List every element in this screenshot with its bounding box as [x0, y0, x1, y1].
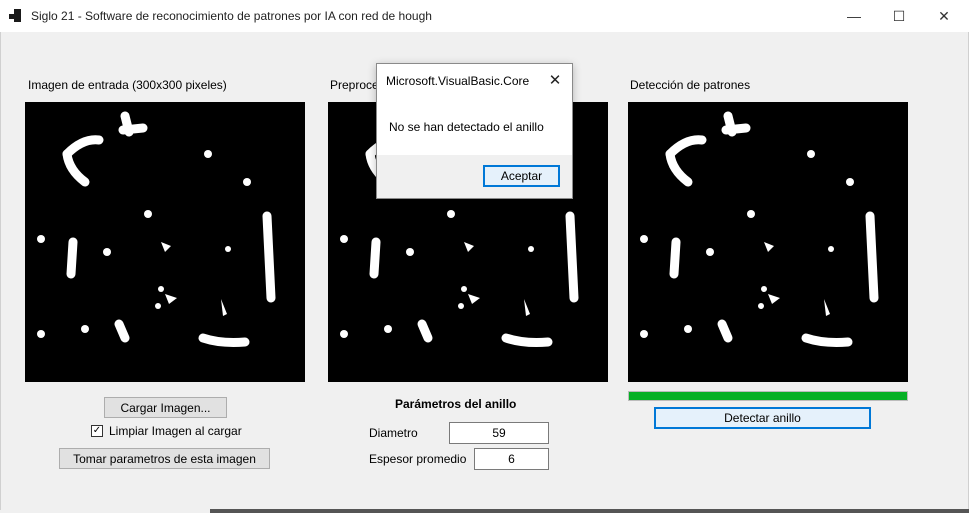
image-blob: [62, 135, 104, 159]
image-blob: [458, 303, 464, 309]
message-dialog: Microsoft.VisualBasic.Core ✕ No se han d…: [376, 63, 573, 199]
app-icon: [9, 9, 23, 23]
taskbar-edge: [210, 509, 969, 513]
image-blob: [243, 178, 251, 186]
image-blob: [37, 330, 45, 338]
image-blob: [764, 242, 774, 252]
clean-image-label: Limpiar Imagen al cargar: [109, 424, 242, 438]
image-blob: [161, 242, 171, 252]
maximize-button[interactable]: ☐: [876, 0, 922, 32]
image-blob: [406, 248, 414, 256]
dialog-footer: Aceptar: [377, 155, 572, 198]
dialog-message: No se han detectado el anillo: [389, 120, 544, 134]
image-blob: [758, 303, 764, 309]
image-blob: [807, 150, 815, 158]
image-blob: [761, 286, 767, 292]
check-icon: ✓: [92, 425, 102, 436]
image-blob: [225, 246, 231, 252]
image-blob: [801, 333, 853, 347]
detection-image: [628, 102, 908, 382]
image-blob: [340, 330, 348, 338]
image-blob: [524, 299, 530, 316]
thickness-label: Espesor promedio: [369, 452, 467, 466]
image-blob: [669, 237, 681, 279]
image-blob: [165, 294, 177, 304]
input-image-label: Imagen de entrada (300x300 pixeles): [28, 78, 227, 92]
input-image: [25, 102, 305, 382]
image-blob: [221, 299, 227, 316]
image-blob: [501, 333, 553, 347]
maximize-icon: ☐: [892, 7, 906, 24]
title-bar: Siglo 21 - Software de reconocimiento de…: [0, 0, 969, 32]
image-blob: [103, 248, 111, 256]
image-blob: [204, 150, 212, 158]
load-image-button[interactable]: Cargar Imagen...: [104, 397, 227, 418]
diameter-label: Diametro: [369, 426, 418, 440]
image-blob: [865, 211, 879, 303]
image-blob: [417, 319, 433, 343]
window-title: Siglo 21 - Software de reconocimiento de…: [31, 9, 432, 23]
dialog-close-button[interactable]: ✕: [544, 69, 566, 91]
diameter-field[interactable]: 59: [449, 422, 549, 444]
accept-button[interactable]: Aceptar: [483, 165, 560, 187]
image-blob: [66, 237, 78, 279]
image-blob: [721, 123, 751, 135]
close-button[interactable]: ✕: [921, 0, 967, 32]
image-blob: [464, 242, 474, 252]
image-blob: [155, 303, 161, 309]
image-blob: [81, 325, 89, 333]
image-blob: [340, 235, 348, 243]
detection-label: Detección de patrones: [630, 78, 751, 92]
ring-params-heading: Parámetros del anillo: [395, 397, 517, 411]
image-blob: [62, 149, 90, 187]
image-blob: [565, 211, 579, 303]
image-blob: [706, 248, 714, 256]
image-blob: [846, 178, 854, 186]
minimize-button[interactable]: —: [831, 0, 877, 32]
image-blob: [37, 235, 45, 243]
detection-progress-bar: [628, 391, 908, 401]
image-blob: [198, 333, 250, 347]
image-blob: [118, 123, 148, 135]
image-blob: [262, 211, 276, 303]
image-blob: [447, 210, 455, 218]
image-blob: [824, 299, 830, 316]
image-blob: [144, 210, 152, 218]
close-icon: ✕: [938, 7, 950, 24]
dialog-title: Microsoft.VisualBasic.Core: [386, 74, 530, 88]
image-blob: [640, 235, 648, 243]
image-blob: [684, 325, 692, 333]
image-blob: [665, 135, 707, 159]
image-blob: [768, 294, 780, 304]
progress-fill: [629, 392, 907, 400]
take-params-button[interactable]: Tomar parametros de esta imagen: [59, 448, 270, 469]
image-blob: [468, 294, 480, 304]
preprocess-label: Preproce: [330, 78, 379, 92]
detect-ring-button[interactable]: Detectar anillo: [654, 407, 871, 429]
image-blob: [114, 319, 130, 343]
image-blob: [158, 286, 164, 292]
thickness-field[interactable]: 6: [474, 448, 549, 470]
image-blob: [717, 319, 733, 343]
image-blob: [640, 330, 648, 338]
minimize-icon: —: [847, 8, 861, 24]
image-blob: [747, 210, 755, 218]
close-icon: ✕: [548, 72, 562, 89]
image-blob: [384, 325, 392, 333]
image-blob: [828, 246, 834, 252]
image-blob: [665, 149, 693, 187]
image-blob: [461, 286, 467, 292]
image-blob: [369, 237, 381, 279]
clean-image-checkbox[interactable]: ✓: [91, 425, 103, 437]
image-blob: [528, 246, 534, 252]
